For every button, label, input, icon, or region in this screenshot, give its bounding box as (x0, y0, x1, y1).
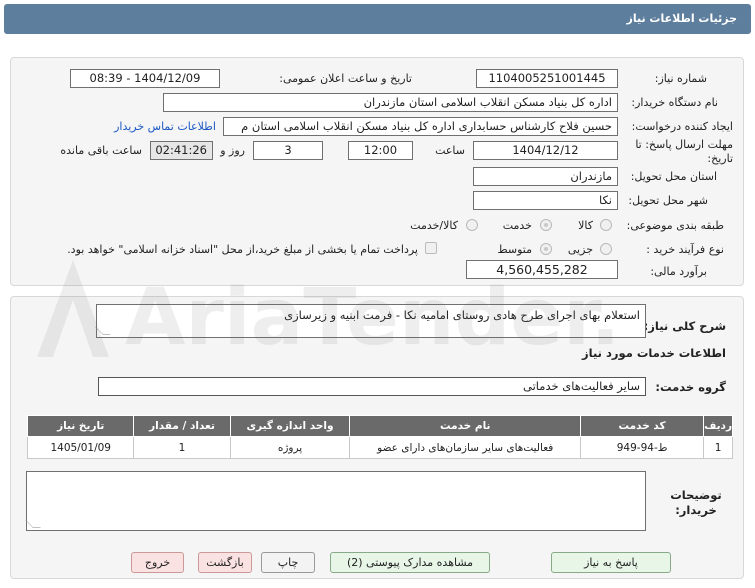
col-unit: واحد اندازه گیری (229, 415, 351, 437)
announce-datetime-field: 1404/12/09 - 08:39 (70, 69, 220, 88)
table-header-row: ردیف کد خدمت نام خدمت واحد اندازه گیری ت… (26, 415, 733, 437)
buyer-notes-label: توضیحات خریدار: (670, 488, 722, 517)
province-field: مازندران (473, 167, 618, 186)
remaining-time-label: ساعت باقی مانده (60, 144, 142, 157)
deadline-label: مهلت ارسال پاسخ: تا تاریخ: (635, 138, 733, 165)
watermark-logo-icon (37, 260, 109, 357)
cell-need-date: 1405/01/09 (26, 436, 135, 459)
creator-field: حسین فلاح کارشناس حسابداری اداره کل بنیا… (223, 117, 618, 136)
print-button[interactable]: چاپ (261, 552, 315, 573)
deadline-days-label: روز و (220, 144, 245, 157)
cell-unit: پروژه (229, 436, 351, 459)
deadline-days-field: 3 (253, 141, 323, 160)
need-number-label: شماره نیاز: (654, 72, 707, 85)
services-table: ردیف کد خدمت نام خدمت واحد اندازه گیری ت… (26, 415, 733, 459)
category-option-goods-service: کالا/خدمت (410, 219, 458, 232)
service-group-field: سایر فعالیت‌های خدماتی (98, 377, 646, 396)
city-label: شهر محل تحویل: (628, 194, 708, 207)
category-radio-goods[interactable] (600, 219, 612, 231)
deadline-time-field: 12:00 (348, 141, 413, 160)
buyer-org-field: اداره کل بنیاد مسکن انقلاب اسلامی استان … (163, 93, 618, 112)
announce-datetime-label: تاریخ و ساعت اعلان عمومی: (279, 72, 412, 85)
description-label: شرح کلی نیاز: (643, 319, 726, 333)
remaining-time-field: 02:41:26 (150, 141, 213, 160)
back-button[interactable]: بازگشت (198, 552, 252, 573)
col-row-number: ردیف (703, 415, 733, 437)
buyer-notes-textarea (25, 471, 646, 531)
city-field: نکا (473, 191, 618, 210)
creator-label: ایجاد کننده درخواست: (631, 120, 733, 133)
col-service-code: کد خدمت (580, 415, 705, 437)
buyer-contact-link[interactable]: اطلاعات تماس خریدار (114, 120, 216, 133)
deadline-time-label: ساعت (435, 144, 465, 157)
category-option-goods: کالا (578, 219, 593, 232)
category-radio-service[interactable] (540, 219, 552, 231)
cell-row-number: 1 (703, 436, 733, 459)
buyer-org-label: نام دستگاه خریدار: (631, 96, 718, 109)
window-title: جزئیات اطلاعات نیاز (626, 12, 738, 25)
cell-service-name: فعالیت‌های سایر سازمان‌های دارای عضو (349, 436, 582, 459)
attachments-button[interactable]: مشاهده مدارک پیوستی (2) (330, 552, 490, 573)
col-service-name: نام خدمت (349, 415, 582, 437)
service-group-label: گروه خدمت: (655, 380, 726, 394)
table-row: 1 ط-94-949 فعالیت‌های سایر سازمان‌های دا… (26, 436, 733, 459)
estimate-label: برآورد مالی: (650, 265, 707, 278)
need-number-field: 1104005251001445 (476, 69, 618, 88)
category-label: طبقه بندی موضوعی: (626, 219, 724, 232)
col-quantity: تعداد / مقدار (133, 415, 231, 437)
watermark-text: AriaTender.neT (125, 273, 615, 362)
process-label: نوع فرآیند خرید : (646, 243, 724, 256)
cell-service-code: ط-94-949 (580, 436, 705, 459)
window-titlebar: جزئیات اطلاعات نیاز (4, 4, 751, 34)
deadline-date-field: 1404/12/12 (473, 141, 618, 160)
exit-button[interactable]: خروج (131, 552, 184, 573)
category-radio-goods-service[interactable] (466, 219, 478, 231)
watermark: AriaTender.neT (37, 260, 615, 362)
province-label: استان محل تحویل: (630, 170, 717, 183)
reply-button[interactable]: پاسخ به نیاز (551, 552, 671, 573)
resize-grip-icon (25, 520, 41, 528)
col-need-date: تاریخ نیاز (26, 415, 135, 437)
category-option-service: خدمت (502, 219, 532, 232)
cell-quantity: 1 (133, 436, 231, 459)
